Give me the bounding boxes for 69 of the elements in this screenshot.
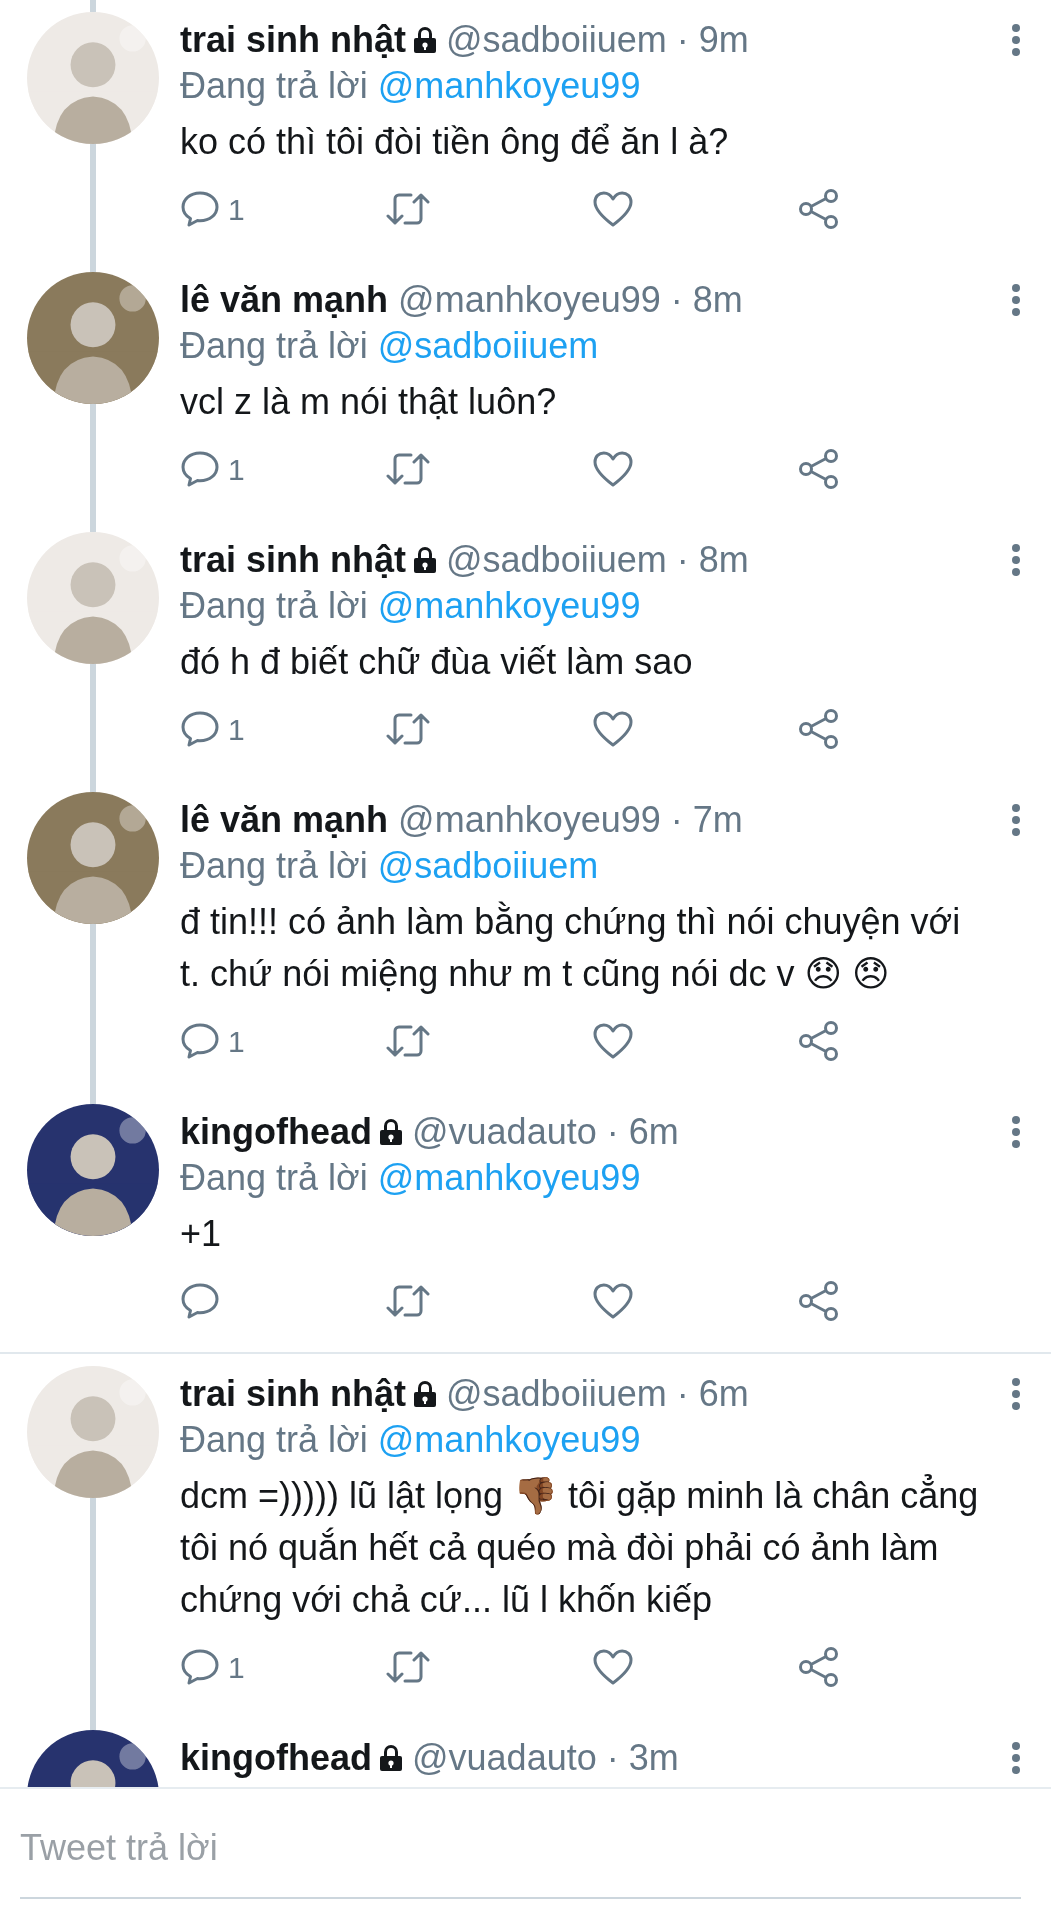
mention-link[interactable]: @manhkoyeu99 xyxy=(377,585,641,626)
reply-icon[interactable] xyxy=(180,1648,220,1686)
share-icon[interactable] xyxy=(798,1281,840,1321)
heart-icon[interactable] xyxy=(592,1648,634,1686)
more-menu-icon[interactable] xyxy=(1011,1377,1021,1411)
share-icon[interactable] xyxy=(798,1021,840,1061)
reply-count: 1 xyxy=(228,191,245,228)
replying-label: Đang trả lời xyxy=(180,585,368,626)
tweet-time: · 6m xyxy=(676,1372,749,1416)
tweet-text: ko có thì tôi đòi tiền ông để ăn l à? xyxy=(180,120,730,164)
tweet-time: · 8m xyxy=(670,278,743,322)
user-handle: @sadboiiuem xyxy=(446,1372,667,1416)
tweet-text: dcm =))))) lũ lật lọng 👎🏾 tôi gặp minh là chân cẳng tôi nó quắn hết cả quéo mà đòi phải có ảnh làm chứng với chả cứ... lũ l khốn kiếp xyxy=(180,1473,980,1622)
tweet-time: · 3m xyxy=(606,1736,679,1780)
tweet-time: · 6m xyxy=(606,1110,679,1154)
reply-icon[interactable] xyxy=(180,450,220,488)
more-menu-icon[interactable] xyxy=(1011,543,1021,577)
reply-count: 1 xyxy=(228,451,245,488)
reply-count: 1 xyxy=(228,1649,245,1686)
user-handle: @vuadauto xyxy=(412,1736,597,1780)
reply-icon[interactable] xyxy=(180,710,220,748)
mention-link[interactable]: @sadboiiuem xyxy=(377,325,599,366)
reply-count: 1 xyxy=(228,711,245,748)
mention-link[interactable]: @manhkoyeu99 xyxy=(377,65,641,106)
replying-label: Đang trả lời xyxy=(180,1419,368,1460)
share-icon[interactable] xyxy=(798,1647,840,1687)
replying-label: Đang trả lời xyxy=(180,65,368,106)
tweet-text: +1 xyxy=(180,1212,223,1256)
more-menu-icon[interactable] xyxy=(1011,1115,1021,1149)
reply-count: 1 xyxy=(228,1023,245,1060)
mention-link[interactable]: @sadboiiuem xyxy=(377,845,599,886)
tweet-time: · 9m xyxy=(676,18,749,62)
tweet-text: đó h đ biết chữ đùa viết làm sao xyxy=(180,640,694,684)
replying-label: Đang trả lời xyxy=(180,845,368,886)
tweet-text: vcl z là m nói thật luôn? xyxy=(180,380,558,424)
user-name: lê văn mạnh xyxy=(180,278,389,322)
mention-link[interactable]: @manhkoyeu99 xyxy=(377,1157,641,1198)
heart-icon[interactable] xyxy=(592,450,634,488)
tweet-text: đ tin!!! có ảnh làm bằng chứng thì nói chuyện với t. chứ nói miệng như m t cũng nói dc v 😞 😞 xyxy=(180,900,962,996)
share-icon[interactable] xyxy=(798,189,840,229)
user-name: trai sinh nhật xyxy=(180,18,407,62)
tweet-time: · 8m xyxy=(676,538,749,582)
share-icon[interactable] xyxy=(798,449,840,489)
user-handle: @sadboiiuem xyxy=(446,538,667,582)
replying-label: Đang trả lời xyxy=(180,1157,368,1198)
heart-icon[interactable] xyxy=(592,710,634,748)
user-name: trai sinh nhật xyxy=(180,1372,407,1416)
reply-icon[interactable] xyxy=(180,1022,220,1060)
more-menu-icon[interactable] xyxy=(1011,1741,1021,1775)
user-name: kingofhead xyxy=(180,1110,372,1154)
user-handle: @manhkoyeu99 xyxy=(398,278,661,322)
more-menu-icon[interactable] xyxy=(1011,803,1021,837)
reply-icon[interactable] xyxy=(180,1282,220,1320)
more-menu-icon[interactable] xyxy=(1011,283,1021,317)
share-icon[interactable] xyxy=(798,709,840,749)
user-handle: @vuadauto xyxy=(412,1110,597,1154)
user-handle: @sadboiiuem xyxy=(446,18,667,62)
heart-icon[interactable] xyxy=(592,1022,634,1060)
tweet-time: · 7m xyxy=(670,798,743,842)
user-name: trai sinh nhật xyxy=(180,538,407,582)
user-name: lê văn mạnh xyxy=(180,798,389,842)
more-menu-icon[interactable] xyxy=(1011,23,1021,57)
heart-icon[interactable] xyxy=(592,1282,634,1320)
user-handle: @manhkoyeu99 xyxy=(398,798,661,842)
replying-label: Đang trả lời xyxy=(180,325,368,366)
user-name: kingofhead xyxy=(180,1736,372,1780)
heart-icon[interactable] xyxy=(592,190,634,228)
mention-link[interactable]: @manhkoyeu99 xyxy=(377,1419,641,1460)
reply-icon[interactable] xyxy=(180,190,220,228)
